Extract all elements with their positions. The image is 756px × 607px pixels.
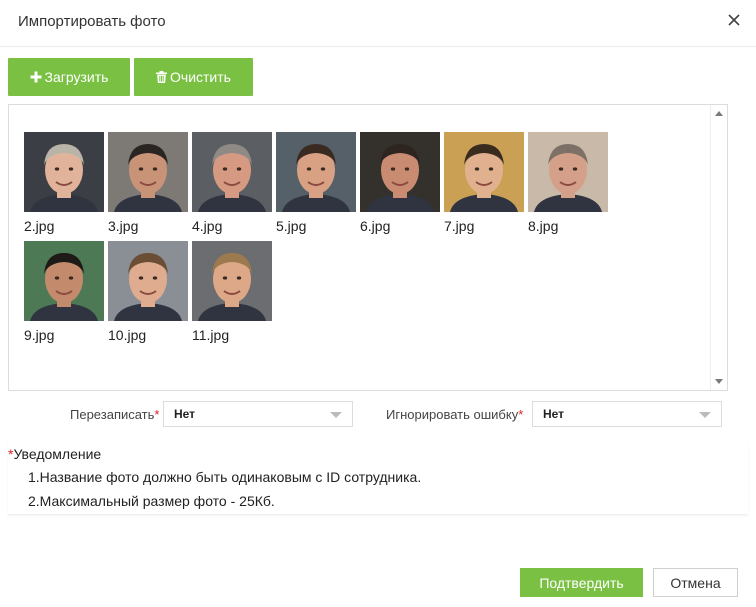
photo-item[interactable]: 4.jpg	[192, 132, 272, 235]
photo-thumbnail	[192, 132, 272, 212]
photo-item[interactable]: 2.jpg	[24, 132, 104, 235]
trash-icon	[156, 71, 168, 83]
photo-item[interactable]: 7.jpg	[444, 132, 524, 235]
photo-filename: 4.jpg	[192, 218, 223, 234]
photo-filename: 5.jpg	[276, 218, 307, 234]
upload-button-label: Загрузить	[44, 69, 109, 85]
photo-item[interactable]: 5.jpg	[276, 132, 356, 235]
notice-panel: *Уведомление 1.Название фото должно быть…	[8, 443, 748, 515]
upload-button[interactable]: Загрузить	[8, 58, 130, 96]
chevron-down-icon	[330, 412, 342, 418]
clear-button-label: Очистить	[170, 69, 231, 85]
photo-thumbnail	[24, 132, 104, 212]
notice-title: *Уведомление	[8, 446, 102, 462]
plus-icon	[30, 71, 42, 83]
notice-line-2: 2.Максимальный размер фото - 25Кб.	[28, 493, 275, 509]
photo-filename: 11.jpg	[192, 327, 230, 343]
photo-thumbnail	[192, 241, 272, 321]
notice-line-1: 1.Название фото должно быть одинаковым с…	[28, 469, 422, 485]
photo-item[interactable]: 10.jpg	[108, 241, 188, 344]
photo-thumbnail	[360, 132, 440, 212]
photo-item[interactable]: 9.jpg	[24, 241, 104, 344]
overwrite-select[interactable]: Нет	[163, 401, 353, 427]
photo-filename: 6.jpg	[360, 218, 391, 234]
dialog-title: Импортировать фото	[18, 13, 166, 30]
photo-thumbnail	[24, 241, 104, 321]
photo-filename: 7.jpg	[444, 218, 475, 234]
overwrite-label: Перезаписать*	[70, 407, 160, 422]
scroll-up-icon[interactable]	[715, 111, 723, 116]
photo-filename: 2.jpg	[24, 218, 55, 234]
close-icon[interactable]	[726, 12, 742, 28]
overwrite-value: Нет	[174, 407, 196, 421]
dialog-header: Импортировать фото	[0, 0, 756, 47]
photo-gallery[interactable]: 2.jpg 3.jpg 4.jpg 5.jpg 6.jpg 7.jpg 8.jpg 9.jpg…	[8, 104, 728, 391]
photo-thumbnail	[108, 132, 188, 212]
photo-item[interactable]: 3.jpg	[108, 132, 188, 235]
photo-filename: 9.jpg	[24, 327, 55, 343]
ignore-error-value: Нет	[543, 407, 565, 421]
clear-button[interactable]: Очистить	[134, 58, 253, 96]
photo-filename: 10.jpg	[108, 327, 147, 343]
photo-item[interactable]: 8.jpg	[528, 132, 608, 235]
ignore-error-label: Игнорировать ошибку*	[386, 407, 524, 422]
scroll-down-icon[interactable]	[715, 379, 723, 384]
photo-item[interactable]: 11.jpg	[192, 241, 272, 344]
chevron-down-icon	[699, 412, 711, 418]
confirm-button[interactable]: Подтвердить	[520, 568, 643, 597]
photo-thumbnail	[276, 132, 356, 212]
photo-filename: 8.jpg	[528, 218, 559, 234]
photo-item[interactable]: 6.jpg	[360, 132, 440, 235]
photo-thumbnail	[528, 132, 608, 212]
photo-filename: 3.jpg	[108, 218, 139, 234]
photo-thumbnail	[444, 132, 524, 212]
cancel-button[interactable]: Отмена	[653, 568, 738, 597]
photo-thumbnail	[108, 241, 188, 321]
gallery-scrollbar[interactable]	[710, 105, 727, 390]
ignore-error-select[interactable]: Нет	[532, 401, 722, 427]
